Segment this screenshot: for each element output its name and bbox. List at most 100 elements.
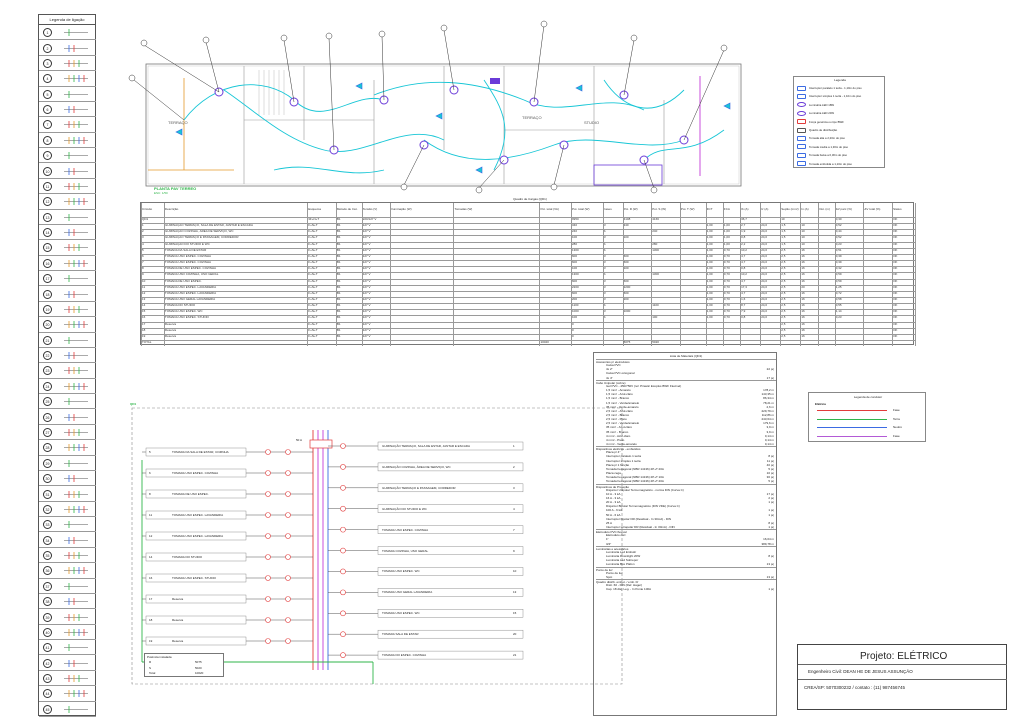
table-cell: 24,0 xyxy=(761,297,768,301)
table-total-cell: 10020 xyxy=(540,340,549,344)
legend-row: 35 xyxy=(39,548,96,564)
left-circuit-number: 5 xyxy=(149,450,151,454)
table-header-cell: Iluminação (W) xyxy=(391,208,412,211)
table-cell: 0,72 xyxy=(835,291,842,295)
table-cell: 2,7 xyxy=(741,224,746,228)
table-cell: 1,00 xyxy=(706,291,713,295)
table-cell: F+N+T xyxy=(308,291,318,295)
table-cell: 36,7 xyxy=(741,218,747,221)
table-cell: 4,7 xyxy=(741,261,746,265)
table-cell: 600 xyxy=(572,254,578,258)
legend-row: 4 xyxy=(39,71,96,87)
table-cell: 0,70 xyxy=(723,279,730,283)
table-cell: ILUMINAÇÃO DO STUDIO E WC xyxy=(164,242,210,246)
table-cell: 127 V xyxy=(362,322,371,326)
table-cell: 600 xyxy=(623,279,629,283)
table-cell: R xyxy=(603,291,606,295)
table-cell: 16 xyxy=(801,304,805,308)
left-circuit-label: TOMADA USO ESPEC. STUDIO xyxy=(172,576,216,580)
table-cell: S xyxy=(603,304,606,308)
table-cell: 16 xyxy=(801,291,805,295)
crea-line: CREA/SP: 5070300232 / contato : (11) 987… xyxy=(804,685,905,690)
table-cell: F+N+T xyxy=(308,254,318,258)
conductor-line-swatch xyxy=(817,418,887,420)
table-cell: F+N+T xyxy=(308,273,318,277)
connection-symbol-icon xyxy=(64,352,88,360)
table-cell: B1 xyxy=(336,267,341,271)
table-cell: 0 xyxy=(572,322,574,326)
table-cell: 100 xyxy=(572,267,578,271)
table-cell: 0 xyxy=(572,334,574,338)
power-summary-cell: 5075 xyxy=(195,660,202,664)
plan-scale: ESC: 1/50 xyxy=(154,191,168,195)
right-circuit-number: 21 xyxy=(513,653,517,658)
left-circuit-label: Reserva xyxy=(172,618,184,622)
connection-symbol-icon xyxy=(64,675,88,683)
table-cell: TOMADA USO ESPEC. LAVANDERIA xyxy=(164,285,217,289)
table-cell: B1 xyxy=(336,242,341,246)
connection-symbol-icon xyxy=(64,475,88,483)
right-circuit-label: ILUMINAÇÃO DO STUDIO E WC xyxy=(382,506,427,511)
table-header-cell: Pot. R (W) xyxy=(623,208,638,211)
table-cell: R xyxy=(603,261,606,265)
table-cell: 24,0 xyxy=(761,236,768,240)
conductor-label: Neutro xyxy=(893,425,903,429)
table-cell: 24,0 xyxy=(761,267,768,271)
table-cell: 240 xyxy=(572,230,578,234)
power-summary-cell: 10020 xyxy=(195,671,204,675)
legend-row: 39 xyxy=(39,609,96,625)
legend-row: 29 xyxy=(39,456,96,471)
legend-row: 8 xyxy=(39,133,96,149)
legend-row: 13 xyxy=(39,210,96,225)
table-cell: B1 xyxy=(336,291,341,295)
connection-symbol-icon xyxy=(64,167,88,175)
symbol-legend-icon xyxy=(797,135,806,141)
legend-row: 23 xyxy=(39,363,96,379)
left-circuit-number: 14 xyxy=(149,555,153,559)
right-circuit-number: 9 xyxy=(513,548,515,553)
table-cell: 4,7 xyxy=(741,254,746,258)
table-cell: 100 xyxy=(623,236,629,240)
table-cell: 340 xyxy=(572,224,578,228)
table-cell: 1,00 xyxy=(706,242,713,246)
legend-row: 45 xyxy=(39,702,96,717)
connection-symbol-icon xyxy=(64,59,88,67)
table-cell: B1 xyxy=(336,316,341,320)
legend-number: 1 xyxy=(43,28,52,38)
table-cell: F+N+T xyxy=(308,230,318,234)
symbol-legend-title: Legenda xyxy=(834,78,846,82)
table-cell: 127 V xyxy=(362,310,371,314)
table-header-cell: Seção (mm²) xyxy=(781,208,799,211)
power-summary-cell: Total xyxy=(149,671,156,675)
engineer-line: Engenheiro Civil: DEAN HE DE JESUS ASSUN… xyxy=(808,669,913,674)
symbol-legend-icon xyxy=(797,85,806,91)
table-cell: 1,00 xyxy=(706,248,713,252)
table-cell: 0,30 xyxy=(835,218,842,221)
left-circuit-label: TOMADA DE USO ESPEC. xyxy=(172,492,209,496)
table-cell: F+N+T xyxy=(308,328,318,332)
legend-row: 30 xyxy=(39,471,96,487)
connection-symbol-icon xyxy=(64,106,88,114)
legend-number: 15 xyxy=(43,243,52,253)
connection-legend-title: Legenda de ligação xyxy=(39,15,95,25)
table-cell: TOMADA DO STUDIO xyxy=(164,304,196,308)
table-cell: 127 V xyxy=(362,328,371,332)
symbol-legend-icon xyxy=(797,152,806,158)
legend-row: 5 xyxy=(39,87,96,102)
conductor-legend: Legenda de condutor Elétrica Fase Terra Ne… xyxy=(808,392,926,442)
table-header-cell: Fases xyxy=(603,208,612,211)
materials-item-qty: 8 pç xyxy=(768,554,774,559)
legend-number: 27 xyxy=(43,428,52,437)
table-cell: R xyxy=(603,267,606,271)
table-cell: 16 xyxy=(801,273,805,277)
table-cell: OK xyxy=(893,322,898,326)
connection-symbol-icon xyxy=(64,229,88,237)
table-cell: 0,39 xyxy=(835,261,842,265)
legend-number: 13 xyxy=(43,212,52,222)
right-circuit-number: 7 xyxy=(513,527,515,532)
left-circuit-number: 12 xyxy=(149,534,153,538)
connection-symbol-icon xyxy=(64,29,88,37)
symbol-legend-label: Tomada alta a 2,20m do piso xyxy=(809,136,845,141)
legend-row: 1 xyxy=(39,25,96,41)
table-cell: 1,00 xyxy=(723,236,730,240)
